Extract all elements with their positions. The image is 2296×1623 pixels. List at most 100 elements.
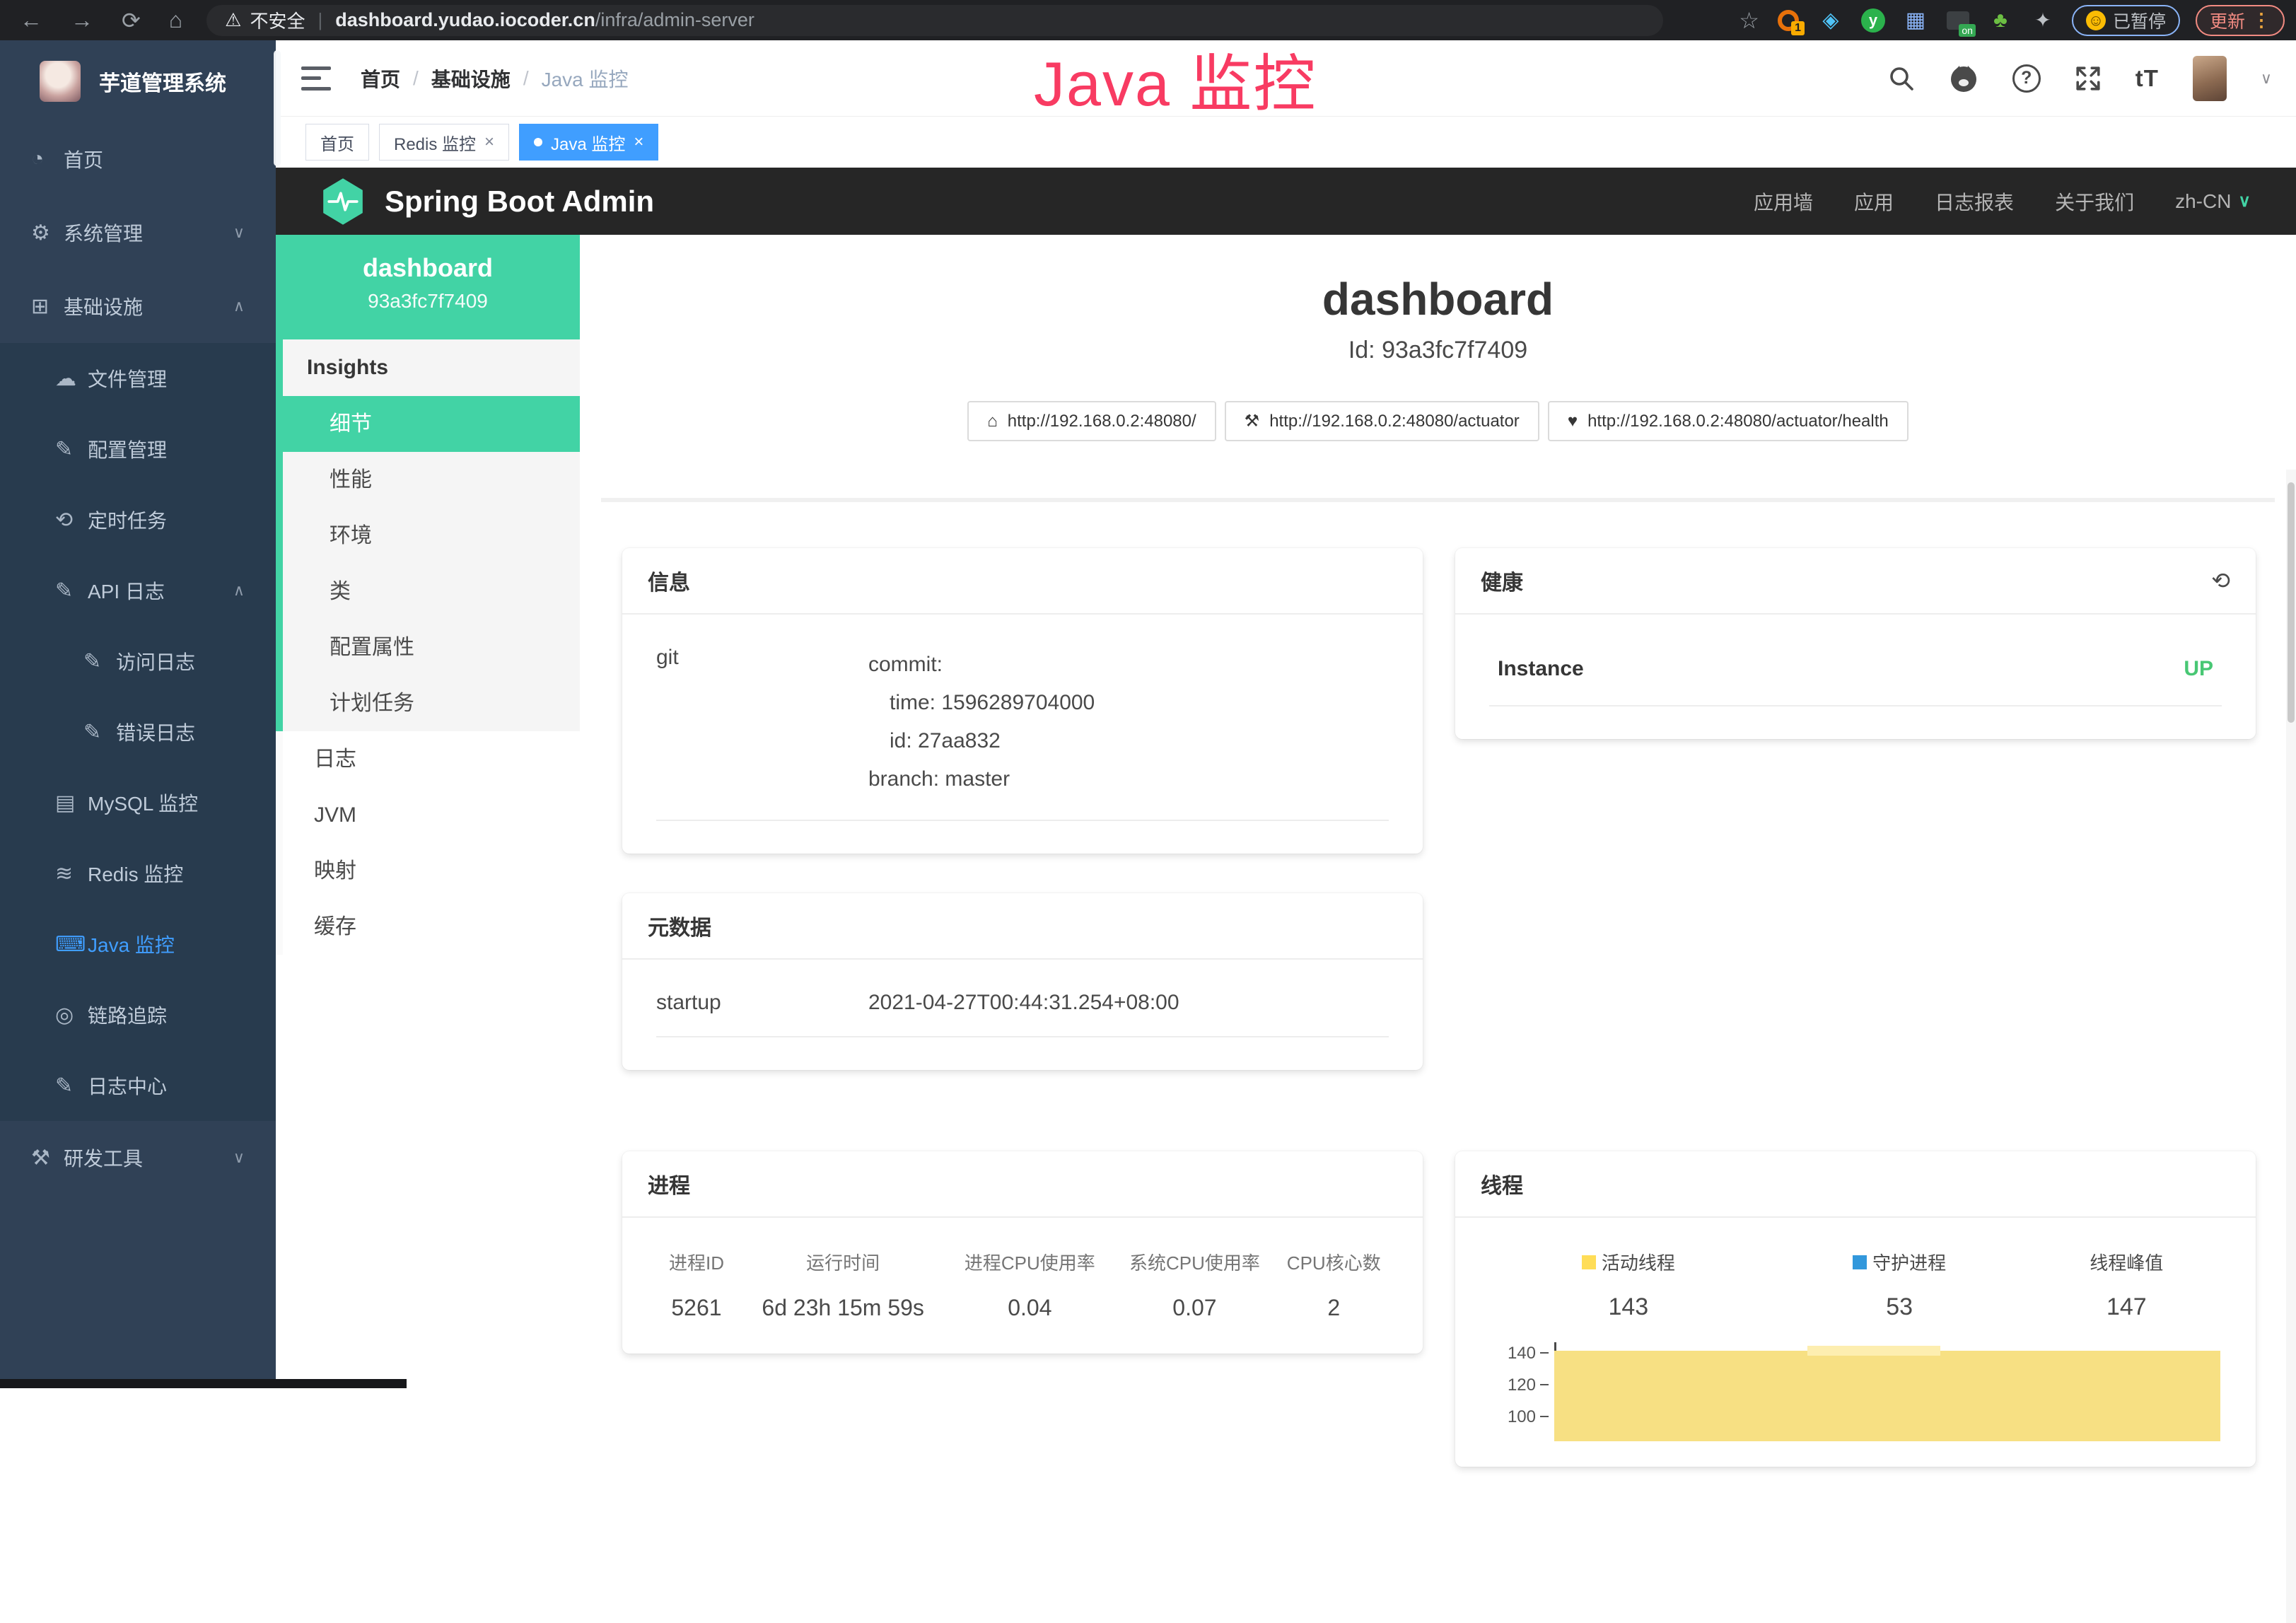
breadcrumb-home[interactable]: 首页 xyxy=(361,64,400,93)
breadcrumb: 首页 / 基础设施 / Java 监控 xyxy=(361,64,629,93)
legend-value: 53 xyxy=(1768,1293,2032,1321)
security-label[interactable]: 不安全 xyxy=(250,7,305,33)
info-card: 信息 git commit: time: 1596289704000 id: 2… xyxy=(622,548,1423,854)
extensions-puzzle-icon[interactable]: ✦ xyxy=(2029,7,2056,34)
navbar-actions: ? tT ∨ xyxy=(1888,56,2272,101)
sba-menu-details[interactable]: 细节 xyxy=(283,396,580,452)
sba-menu-environment[interactable]: 环境 xyxy=(283,508,580,564)
fullscreen-icon[interactable] xyxy=(2075,65,2102,92)
sidebar-item-label: Redis 监控 xyxy=(88,859,183,888)
sba-menu-mappings[interactable]: 映射 xyxy=(276,843,580,899)
briefcase-icon: ⚒ xyxy=(31,1146,64,1170)
instance-home-link[interactable]: ⌂ http://192.168.0.2:48080/ xyxy=(967,401,1216,441)
help-icon[interactable]: ? xyxy=(2012,64,2041,93)
page-id-line: Id: 93a3fc7f7409 xyxy=(580,337,2296,364)
tag-java-monitor[interactable]: Java 监控 × xyxy=(519,124,658,161)
extension-orange-icon[interactable]: 1 xyxy=(1775,7,1802,34)
sidebar-item-file-manage[interactable]: ☁ 文件管理 xyxy=(0,343,276,414)
reload-icon[interactable]: ⟳ xyxy=(122,7,141,34)
avatar-caret-icon[interactable]: ∨ xyxy=(2261,69,2272,88)
close-icon[interactable]: × xyxy=(484,132,494,152)
sba-menu-jvm[interactable]: JVM xyxy=(276,787,580,843)
card-title: 健康 xyxy=(1481,565,1523,596)
kebab-menu-icon[interactable]: ⋮ xyxy=(2252,9,2271,31)
back-icon[interactable]: ← xyxy=(20,7,42,33)
app-logo-row[interactable]: 芋道管理系统 xyxy=(0,40,276,122)
extension-pin-icon[interactable]: ◈ xyxy=(1817,7,1844,34)
extension-leaf-icon[interactable]: ♣ xyxy=(1987,7,2014,34)
github-icon[interactable] xyxy=(1949,64,1979,93)
row-label: startup xyxy=(656,991,868,1015)
sba-menu-metrics[interactable]: 性能 xyxy=(283,452,580,508)
instance-header-block[interactable]: dashboard 93a3fc7f7409 xyxy=(276,235,580,339)
sidebar-scrollbar-thumb[interactable] xyxy=(274,50,281,166)
sba-brand-title[interactable]: Spring Boot Admin xyxy=(385,185,654,219)
cards-grid: 信息 git commit: time: 1596289704000 id: 2… xyxy=(622,548,2256,1467)
terminal-icon: ⌨ xyxy=(55,932,88,957)
git-line: commit: xyxy=(868,646,1095,684)
search-icon[interactable] xyxy=(1888,65,1915,92)
sba-nav-language[interactable]: zh-CN ∨ xyxy=(2175,190,2251,213)
sidebar-item-label: MySQL 监控 xyxy=(88,789,198,817)
sidebar-item-redis-monitor[interactable]: ≋ Redis 监控 xyxy=(0,838,276,909)
font-size-icon[interactable]: tT xyxy=(2135,65,2159,92)
health-card-body: Instance UP xyxy=(1455,615,2256,739)
sba-menu-scheduled-tasks[interactable]: 计划任务 xyxy=(283,675,580,731)
sba-nav-applications[interactable]: 应用 xyxy=(1854,187,1894,216)
chevron-up-icon: ∧ xyxy=(233,297,245,315)
sidebar-item-error-log[interactable]: ✎ 错误日志 xyxy=(0,697,276,767)
tag-redis-monitor[interactable]: Redis 监控 × xyxy=(379,124,509,161)
sba-nav-about[interactable]: 关于我们 xyxy=(2055,187,2134,216)
paused-label: 已暂停 xyxy=(2113,8,2166,33)
language-label: zh-CN xyxy=(2175,190,2231,213)
sidebar-item-config-manage[interactable]: ✎ 配置管理 xyxy=(0,414,276,484)
sidebar-item-log-center[interactable]: ✎ 日志中心 xyxy=(0,1050,276,1121)
breadcrumb-current: Java 监控 xyxy=(542,64,629,93)
sba-logo-icon[interactable] xyxy=(321,178,365,226)
sidebar-item-tracer[interactable]: ◎ 链路追踪 xyxy=(0,979,276,1050)
sba-menu-classes[interactable]: 类 xyxy=(283,564,580,619)
hamburger-icon[interactable] xyxy=(301,66,331,91)
sidebar-item-cron-job[interactable]: ⟲ 定时任务 xyxy=(0,484,276,555)
health-link[interactable]: ♥ http://192.168.0.2:48080/actuator/heal… xyxy=(1548,401,1909,441)
sidebar-item-access-log[interactable]: ✎ 访问日志 xyxy=(0,626,276,697)
sba-menu-config-props[interactable]: 配置属性 xyxy=(283,619,580,675)
paused-pill[interactable]: ☺ 已暂停 xyxy=(2072,5,2180,36)
column-header: CPU核心数 xyxy=(1279,1249,1389,1275)
history-icon[interactable]: ⟲ xyxy=(2211,567,2230,594)
address-bar[interactable]: ⚠ 不安全 | dashboard.yudao.iocoder.cn/infra… xyxy=(206,5,1663,36)
close-icon[interactable]: × xyxy=(634,132,643,152)
user-avatar[interactable] xyxy=(2193,56,2227,101)
sidebar-item-infra[interactable]: ⊞ 基础设施 ∧ xyxy=(0,269,276,343)
sidebar-item-java-monitor[interactable]: ⌨ Java 监控 xyxy=(0,909,276,979)
eye-icon: ◎ xyxy=(55,1003,88,1028)
sidebar-item-label: API 日志 xyxy=(88,576,165,605)
git-commit-lines: commit: time: 1596289704000 id: 27aa832 … xyxy=(868,646,1095,798)
forward-icon[interactable]: → xyxy=(71,7,93,33)
sidebar-item-api-log[interactable]: ✎ API 日志 ∧ xyxy=(0,555,276,626)
sba-menu-logs[interactable]: 日志 xyxy=(276,731,580,787)
sba-nav-journal[interactable]: 日志报表 xyxy=(1935,187,2014,216)
sba-nav-wallboard[interactable]: 应用墙 xyxy=(1754,187,1813,216)
card-title: 线程 xyxy=(1481,1168,1523,1199)
update-button[interactable]: 更新 ⋮ xyxy=(2196,5,2285,36)
sba-menu-caches[interactable]: 缓存 xyxy=(276,899,580,955)
row-label: Instance xyxy=(1498,657,1584,681)
git-line: branch: master xyxy=(868,760,1095,798)
sidebar-item-system[interactable]: ⚙ 系统管理 ∨ xyxy=(0,196,276,269)
window-bottom-strip xyxy=(0,1379,407,1388)
chevron-down-icon: ∨ xyxy=(233,223,245,242)
bookmark-star-icon[interactable]: ☆ xyxy=(1739,7,1759,34)
sidebar-item-mysql-monitor[interactable]: ▤ MySQL 监控 xyxy=(0,767,276,838)
extension-onenote-icon[interactable]: on xyxy=(1945,7,1971,34)
tag-home[interactable]: 首页 xyxy=(305,124,369,161)
extension-grid-icon[interactable]: ▦ xyxy=(1902,7,1929,34)
sidebar-item-home[interactable]: ◔ 首页 xyxy=(0,122,276,196)
sidebar-item-label: 错误日志 xyxy=(116,718,195,746)
browser-home-icon[interactable]: ⌂ xyxy=(169,7,182,33)
page-scrollbar-thumb[interactable] xyxy=(2288,482,2295,723)
actuator-link[interactable]: ⚒ http://192.168.0.2:48080/actuator xyxy=(1225,401,1539,441)
breadcrumb-infra[interactable]: 基础设施 xyxy=(431,64,511,93)
extension-y-icon[interactable]: y xyxy=(1860,7,1887,34)
sidebar-item-dev-tools[interactable]: ⚒ 研发工具 ∨ xyxy=(0,1121,276,1194)
